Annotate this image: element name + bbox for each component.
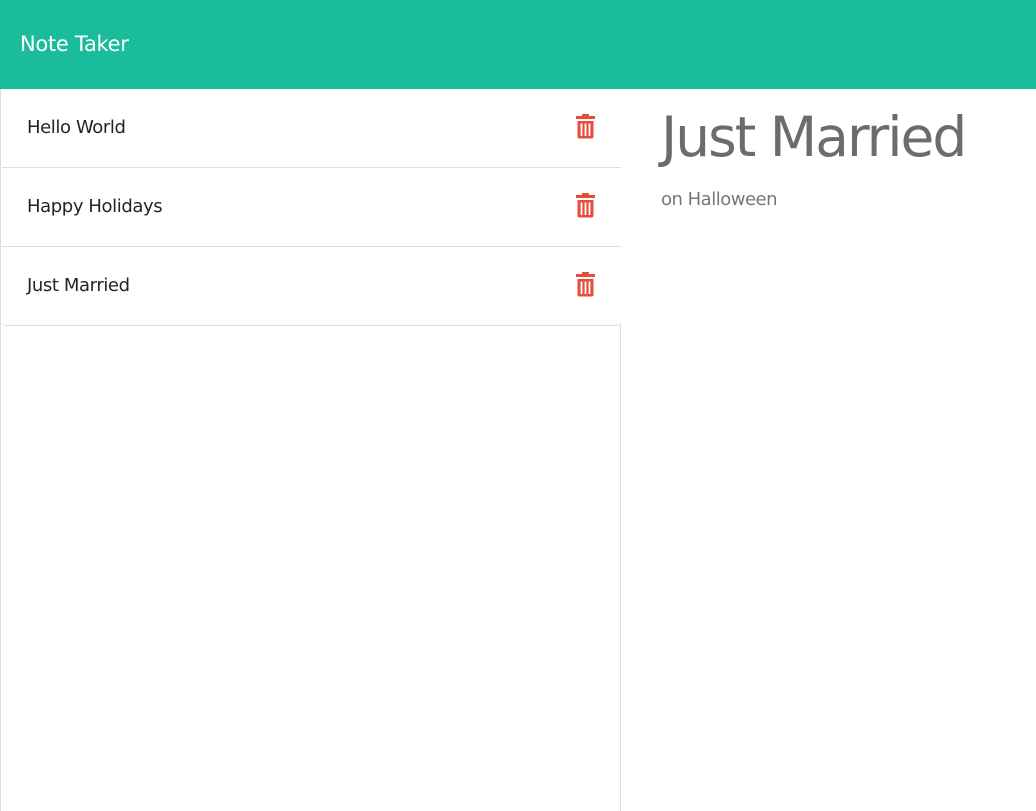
- trash-icon: [576, 272, 595, 297]
- note-detail-pane: Just Married on Halloween: [621, 89, 1036, 811]
- note-list-pane: Hello World Happy Holidays Just Married: [0, 89, 621, 811]
- note-detail-text[interactable]: on Halloween: [661, 187, 778, 213]
- brand-link[interactable]: Note Taker: [20, 29, 129, 60]
- note-title: Hello World: [27, 117, 126, 138]
- delete-note-button[interactable]: [575, 271, 596, 297]
- note-title: Just Married: [27, 275, 130, 296]
- note-title: Happy Holidays: [27, 196, 163, 217]
- delete-note-button[interactable]: [575, 192, 596, 218]
- note-item[interactable]: Hello World: [2, 89, 621, 168]
- navbar: Note Taker: [0, 0, 1036, 89]
- trash-icon: [576, 193, 595, 218]
- note-list: Hello World Happy Holidays Just Married: [2, 89, 621, 326]
- delete-note-button[interactable]: [575, 113, 596, 139]
- note-item[interactable]: Happy Holidays: [2, 168, 621, 247]
- note-item[interactable]: Just Married: [2, 247, 621, 326]
- note-detail-title[interactable]: Just Married: [661, 101, 967, 173]
- trash-icon: [576, 114, 595, 139]
